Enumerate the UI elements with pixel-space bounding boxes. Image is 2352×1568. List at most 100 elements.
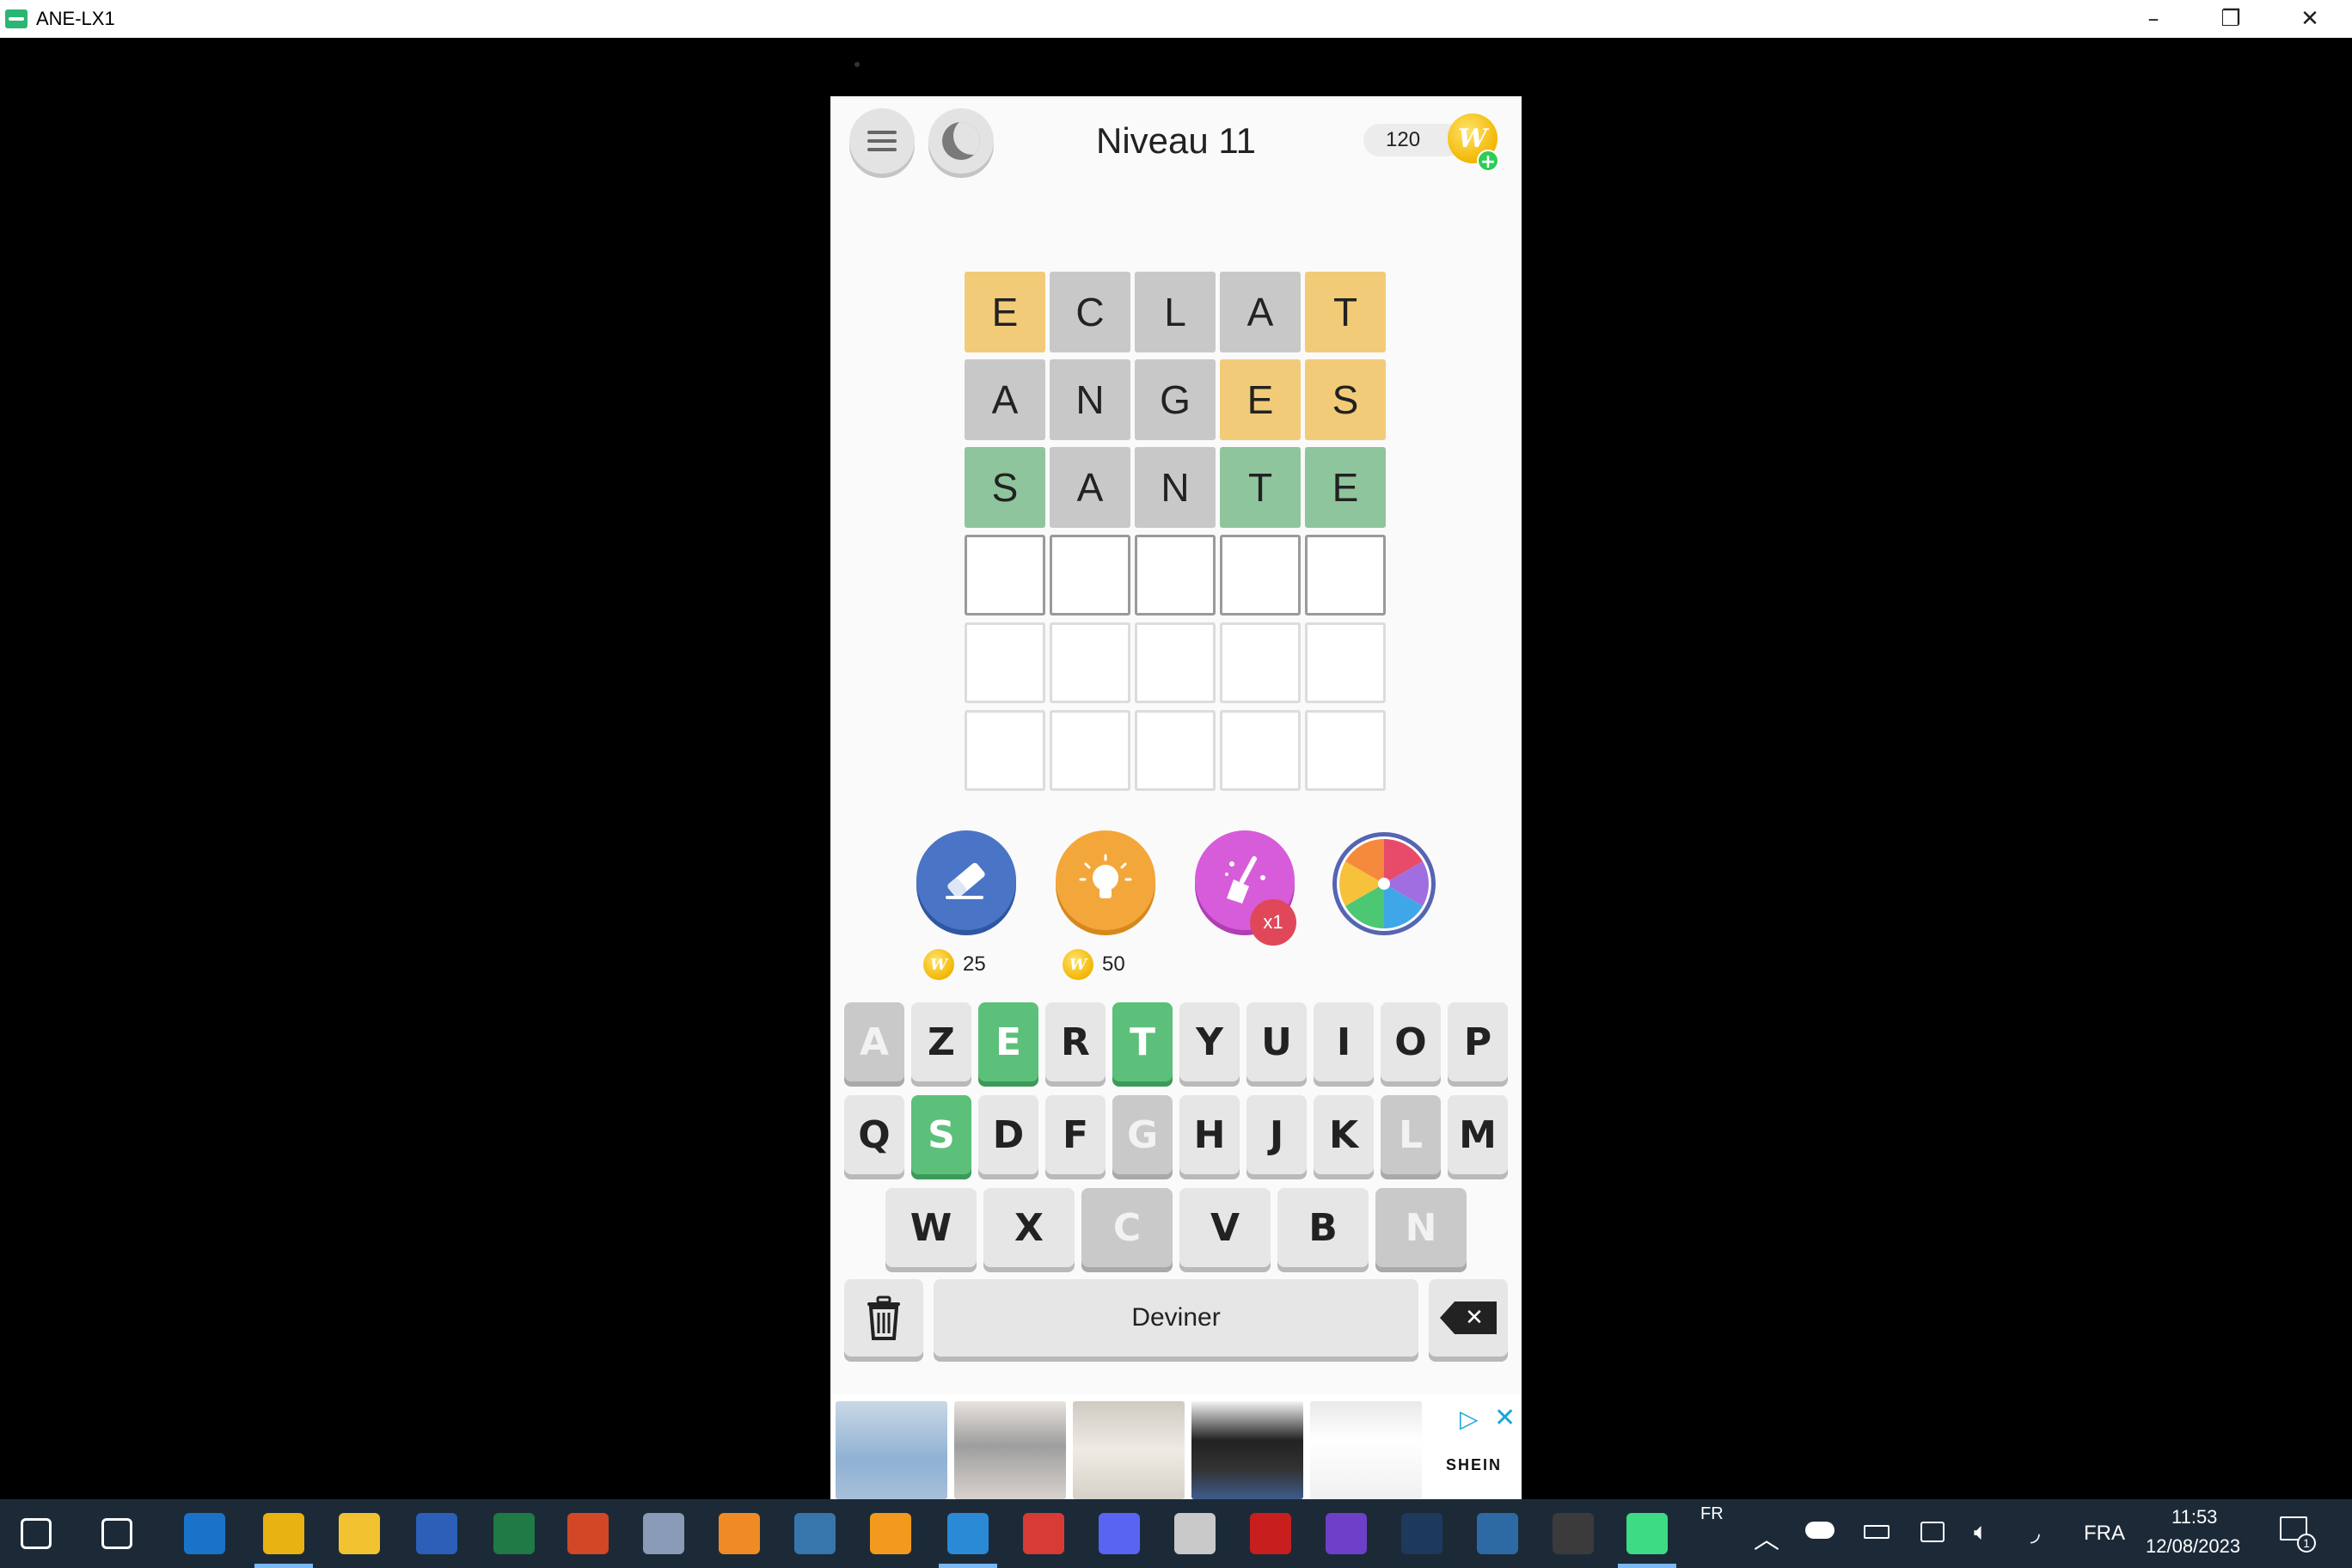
add-coins-button[interactable]: + [1477,150,1499,173]
key-s[interactable]: S [911,1095,971,1174]
hint-powerup-button[interactable] [1056,830,1155,930]
ad-close-icon[interactable]: ✕ [1494,1403,1516,1433]
key-l[interactable]: L [1381,1095,1441,1174]
key-i[interactable]: I [1314,1002,1374,1081]
windows-start-icon[interactable] [21,1518,52,1549]
grid-tile [1220,535,1301,616]
keyboard-row-1: AZERTYUIOP [830,1002,1522,1081]
grid-tile [1220,710,1301,791]
volume-icon[interactable]: 🔈︎ [1974,1518,1988,1547]
backspace-icon: ✕ [1440,1302,1497,1334]
key-k[interactable]: K [1314,1095,1374,1174]
onedrive-icon[interactable] [1805,1522,1834,1539]
outlook-icon[interactable] [184,1513,225,1554]
key-x[interactable]: X [983,1188,1075,1267]
grid-tile [1050,622,1130,703]
clock-time[interactable]: 11:53 [2171,1506,2217,1528]
clear-word-button[interactable] [844,1279,923,1357]
phone-screen: Niveau 11 120 W + ECLATANGESSANTE x1 W 2… [830,96,1522,1499]
word-icon[interactable] [416,1513,457,1554]
key-r[interactable]: R [1045,1002,1106,1081]
key-u[interactable]: U [1246,1002,1307,1081]
show-hidden-icons-chevron-icon[interactable]: ︿ [1754,1518,1779,1556]
python-icon[interactable] [794,1513,836,1554]
media-player-icon[interactable] [719,1513,760,1554]
eraser-powerup-button[interactable] [916,830,1016,930]
key-t[interactable]: T [1112,1002,1173,1081]
android-emulator-icon[interactable] [1626,1513,1668,1554]
backspace-button[interactable]: ✕ [1429,1279,1508,1357]
discord-icon[interactable] [1099,1513,1140,1554]
tux-icon[interactable] [1174,1513,1216,1554]
scissors-icon[interactable] [1023,1513,1064,1554]
key-a[interactable]: A [844,1002,904,1081]
grid-tile: A [965,359,1045,440]
grid-tile [1135,710,1216,791]
grid-tile: L [1135,272,1216,352]
battery-icon[interactable] [1864,1525,1890,1539]
trash-icon [867,1295,900,1340]
ad-product-image[interactable] [1073,1401,1185,1499]
key-e[interactable]: E [978,1002,1038,1081]
guess-button[interactable]: Deviner [934,1279,1418,1357]
minimize-button[interactable]: – [2115,0,2192,38]
grid-tile: T [1220,447,1301,528]
key-c[interactable]: C [1081,1188,1173,1267]
powerpoint-icon[interactable] [567,1513,609,1554]
active-app-indicator [1618,1564,1676,1568]
wifi-icon[interactable]: ◞ [2030,1518,2040,1547]
key-w[interactable]: W [885,1188,977,1267]
key-h[interactable]: H [1179,1095,1240,1174]
keyboard-row-3: WXCVBN [830,1188,1522,1267]
maximize-button[interactable]: ❐ [2192,0,2269,38]
key-d[interactable]: D [978,1095,1038,1174]
key-f[interactable]: F [1045,1095,1106,1174]
ad-product-image[interactable] [1191,1401,1303,1499]
key-j[interactable]: J [1246,1095,1307,1174]
key-p[interactable]: P [1448,1002,1508,1081]
eraser-cost: W 25 [923,949,986,980]
spin-wheel-button[interactable] [1332,832,1436,935]
close-window-button[interactable]: ✕ [2271,0,2349,38]
lightroom-icon[interactable] [1401,1513,1442,1554]
key-z[interactable]: Z [911,1002,971,1081]
vscode-icon[interactable] [947,1513,989,1554]
display-icon[interactable] [1920,1522,1945,1542]
sublime-text-icon[interactable] [870,1513,911,1554]
key-o[interactable]: O [1381,1002,1441,1081]
task-view-icon[interactable] [101,1518,132,1549]
ad-product-image[interactable] [836,1401,947,1499]
key-b[interactable]: B [1277,1188,1369,1267]
terminal-icon[interactable] [1477,1513,1518,1554]
coin-icon: W [923,949,954,980]
ad-product-image[interactable] [1310,1401,1422,1499]
ad-product-image[interactable] [954,1401,1066,1499]
chrome-icon[interactable] [263,1513,304,1554]
key-g[interactable]: G [1112,1095,1173,1174]
snipping-icon[interactable] [643,1513,684,1554]
language-indicator[interactable]: FRA [2084,1522,2125,1546]
excel-icon[interactable] [493,1513,535,1554]
grid-tile: T [1305,272,1386,352]
github-icon[interactable] [1326,1513,1367,1554]
grid-tile [1305,622,1386,703]
obs-icon[interactable] [1553,1513,1594,1554]
grid-tile [1220,622,1301,703]
grid-tile: S [965,447,1045,528]
key-n[interactable]: N [1375,1188,1467,1267]
clock-date[interactable]: 12/08/2023 [2146,1535,2240,1558]
input-language-top[interactable]: FR [1700,1504,1724,1524]
eraser-cost-value: 25 [963,952,986,976]
hint-cost: W 50 [1063,949,1125,980]
grid-tile [965,622,1045,703]
file-explorer-icon[interactable] [339,1513,380,1554]
key-y[interactable]: Y [1179,1002,1240,1081]
adchoices-icon[interactable]: ▷ [1460,1405,1479,1433]
key-v[interactable]: V [1179,1188,1271,1267]
ad-banner[interactable]: ▷ ✕ SHEIN [830,1394,1522,1499]
grid-tile: A [1050,447,1130,528]
camera-dot [854,62,860,67]
key-q[interactable]: Q [844,1095,904,1174]
acrobat-icon[interactable] [1250,1513,1291,1554]
key-m[interactable]: M [1448,1095,1508,1174]
